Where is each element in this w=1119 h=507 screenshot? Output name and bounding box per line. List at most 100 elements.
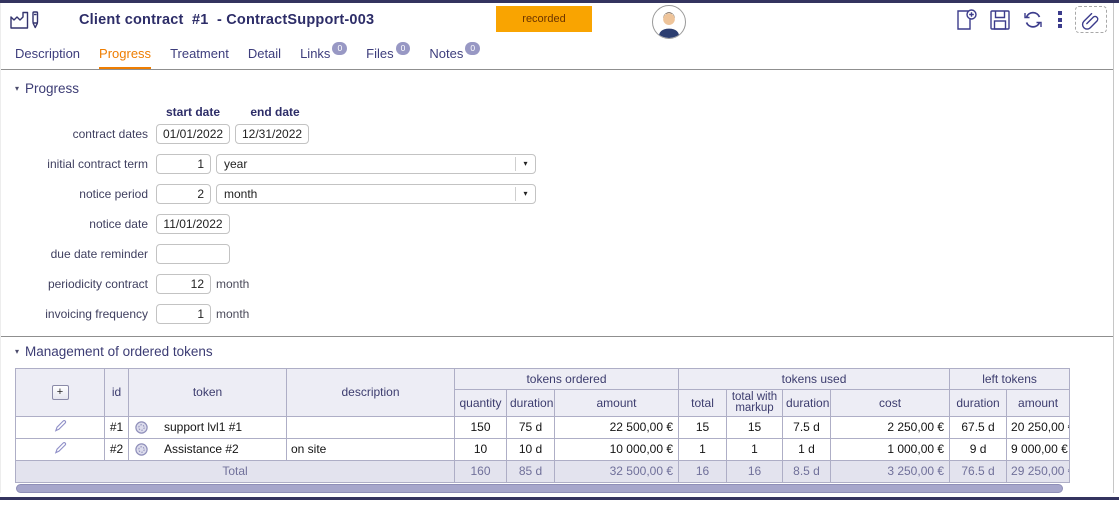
edit-token-button[interactable] xyxy=(53,418,68,433)
total-used-total-markup: 16 xyxy=(727,460,783,482)
duration-left-column-header: duration xyxy=(950,389,1007,416)
add-column-header: + xyxy=(16,368,105,416)
cell-used-total: 15 xyxy=(679,416,727,438)
total-quantity: 160 xyxy=(455,460,507,482)
cell-description: on site xyxy=(287,438,455,460)
total-left-amount: 29 250,00 € xyxy=(1007,460,1070,482)
contract-dates-row: contract dates xyxy=(15,124,1099,144)
amount-left-column-header: amount xyxy=(1007,389,1070,416)
cell-token: Assistance #2 xyxy=(129,438,287,460)
progress-section: ▾ Progress start date end date contract … xyxy=(1,70,1113,324)
due-date-reminder-input[interactable] xyxy=(156,244,230,264)
user-avatar[interactable] xyxy=(652,5,686,39)
total-amount-ordered: 32 500,00 € xyxy=(555,460,679,482)
token-coin-icon xyxy=(135,443,148,456)
cell-quantity: 10 xyxy=(455,438,507,460)
tokens-ordered-group-header: tokens ordered xyxy=(455,368,679,389)
initial-contract-term-input[interactable] xyxy=(156,154,211,174)
notice-period-unit-select[interactable]: month ▾ xyxy=(216,184,536,204)
contract-start-date-input[interactable] xyxy=(156,124,230,144)
total-column-header: total xyxy=(679,389,727,416)
total-used-cost: 3 250,00 € xyxy=(831,460,950,482)
tab-treatment[interactable]: Treatment xyxy=(170,46,229,69)
header-bar: Client contract #1 - ContractSupport-003… xyxy=(1,3,1113,36)
cell-amount-ordered: 10 000,00 € xyxy=(555,438,679,460)
notice-date-label: notice date xyxy=(15,217,148,231)
notice-date-input[interactable] xyxy=(156,214,230,234)
tokens-section-header[interactable]: ▾ Management of ordered tokens xyxy=(15,344,1099,359)
quantity-column-header: quantity xyxy=(455,389,507,416)
notice-period-label: notice period xyxy=(15,187,148,201)
initial-contract-term-unit-select[interactable]: year ▾ xyxy=(216,154,536,174)
attachment-dropzone[interactable] xyxy=(1075,6,1107,33)
edit-token-button[interactable] xyxy=(53,440,68,455)
contract-end-date-input[interactable] xyxy=(235,124,309,144)
cell-used-duration: 1 d xyxy=(783,438,831,460)
tab-detail[interactable]: Detail xyxy=(248,46,281,69)
cell-description xyxy=(287,416,455,438)
notice-period-row: notice period month ▾ xyxy=(15,184,1099,204)
periodicity-contract-row: periodicity contract month xyxy=(15,274,1099,294)
cell-used-total: 1 xyxy=(679,438,727,460)
progress-section-header[interactable]: ▾ Progress xyxy=(15,81,1099,96)
scrollbar-thumb[interactable] xyxy=(16,484,1063,493)
cell-used-total-markup: 1 xyxy=(727,438,783,460)
end-date-column-header: end date xyxy=(235,105,315,119)
more-menu-icon[interactable] xyxy=(1055,11,1065,28)
cell-edit xyxy=(16,438,105,460)
duration-used-column-header: duration xyxy=(783,389,831,416)
window-bottom-border xyxy=(0,497,1119,500)
collapse-icon: ▾ xyxy=(15,347,19,356)
notice-date-row: notice date xyxy=(15,214,1099,234)
tab-links[interactable]: Links0 xyxy=(300,46,347,69)
tab-description[interactable]: Description xyxy=(15,46,80,69)
page-title: Client contract #1 - ContractSupport-003 xyxy=(79,12,374,28)
left-tokens-group-header: left tokens xyxy=(950,368,1070,389)
new-record-icon[interactable] xyxy=(956,8,979,32)
chevron-down-icon[interactable]: ▾ xyxy=(515,157,535,171)
tokens-section-title: Management of ordered tokens xyxy=(25,344,213,359)
add-token-button[interactable]: + xyxy=(52,385,69,400)
cell-token: support lvl1 #1 xyxy=(129,416,287,438)
total-used-duration: 8.5 d xyxy=(783,460,831,482)
selected-unit: year xyxy=(217,157,515,171)
cell-id: #2 xyxy=(105,438,129,460)
cell-left-amount: 9 000,00 € xyxy=(1007,438,1070,460)
contract-app-icon xyxy=(9,7,43,33)
notice-period-input[interactable] xyxy=(156,184,211,204)
periodicity-contract-label: periodicity contract xyxy=(15,277,148,291)
files-count-badge: 0 xyxy=(396,42,411,55)
cell-used-duration: 7.5 d xyxy=(783,416,831,438)
header-actions xyxy=(956,3,1107,36)
tab-notes[interactable]: Notes0 xyxy=(429,46,480,69)
collapse-icon: ▾ xyxy=(15,84,19,93)
save-icon[interactable] xyxy=(989,9,1011,31)
horizontal-scrollbar[interactable] xyxy=(15,484,1069,493)
tab-files[interactable]: Files0 xyxy=(366,46,410,69)
tab-progress[interactable]: Progress xyxy=(99,46,151,69)
description-column-header: description xyxy=(287,368,455,416)
cell-duration-ordered: 75 d xyxy=(507,416,555,438)
tokens-table: + id token description tokens ordered to… xyxy=(15,368,1070,483)
contract-dates-label: contract dates xyxy=(15,127,148,141)
due-date-reminder-row: due date reminder xyxy=(15,244,1099,264)
cell-quantity: 150 xyxy=(455,416,507,438)
chevron-down-icon[interactable]: ▾ xyxy=(515,187,535,201)
cell-used-cost: 1 000,00 € xyxy=(831,438,950,460)
total-duration-ordered: 85 d xyxy=(507,460,555,482)
date-column-headers: start date end date xyxy=(15,105,1099,120)
client-contract-window: Client contract #1 - ContractSupport-003… xyxy=(0,0,1119,507)
cell-edit xyxy=(16,416,105,438)
cost-column-header: cost xyxy=(831,389,950,416)
cell-used-cost: 2 250,00 € xyxy=(831,416,950,438)
invoicing-frequency-row: invoicing frequency month xyxy=(15,304,1099,324)
invoicing-frequency-input[interactable] xyxy=(156,304,211,324)
refresh-icon[interactable] xyxy=(1021,9,1045,31)
total-used-total: 16 xyxy=(679,460,727,482)
invoicing-unit-label: month xyxy=(216,307,249,321)
invoicing-frequency-label: invoicing frequency xyxy=(15,307,148,321)
initial-contract-term-row: initial contract term year ▾ xyxy=(15,154,1099,174)
periodicity-contract-input[interactable] xyxy=(156,274,211,294)
start-date-column-header: start date xyxy=(156,105,230,119)
token-coin-icon xyxy=(135,421,148,434)
